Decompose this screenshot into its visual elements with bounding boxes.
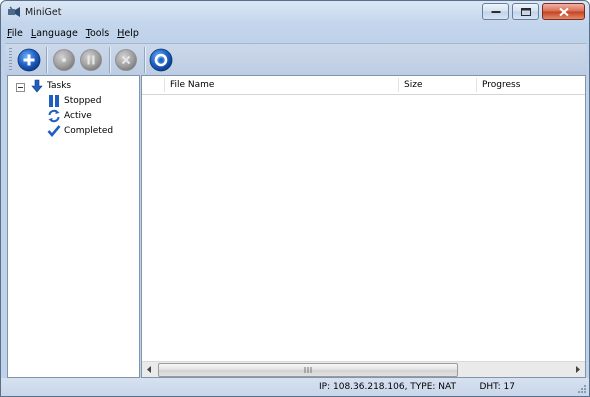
app-icon — [8, 6, 20, 17]
menu-language[interactable]: Language — [27, 26, 82, 42]
grip-icon — [304, 367, 312, 373]
menu-help[interactable]: Help — [113, 26, 143, 42]
status-bar: IP: 108.36.218.106, TYPE: NAT DHT: 17 — [1, 378, 589, 396]
toolbar-separator — [46, 47, 47, 73]
caption-buttons — [479, 3, 585, 20]
dht-status: DHT: 17 — [479, 382, 515, 392]
start-icon[interactable] — [52, 48, 76, 72]
pause-icon[interactable] — [79, 48, 103, 72]
column-size[interactable]: Size — [398, 76, 474, 94]
download-arrow-icon — [31, 79, 43, 93]
tree-label: Active — [64, 111, 92, 121]
tree-item-stopped[interactable]: Stopped — [47, 94, 101, 108]
tree-item-active[interactable]: Active — [47, 109, 92, 123]
main-window: MiniGet File Language Tools Help Tasks S… — [0, 0, 590, 397]
menu-file[interactable]: File — [3, 26, 27, 42]
refresh-icon — [48, 109, 60, 123]
scroll-right-icon[interactable] — [570, 362, 585, 377]
resize-grip-icon[interactable] — [576, 383, 587, 394]
tree-label: Completed — [64, 126, 114, 136]
toolbar-separator — [144, 47, 145, 73]
scroll-left-icon[interactable] — [142, 362, 157, 377]
maximize-button[interactable] — [512, 3, 539, 20]
close-icon — [558, 7, 569, 16]
delete-icon[interactable] — [114, 48, 138, 72]
scroll-thumb[interactable] — [158, 363, 458, 377]
checkmark-icon — [47, 125, 61, 138]
menu-bar: File Language Tools Help — [3, 26, 143, 42]
tree-item-tasks[interactable]: Tasks — [30, 79, 71, 93]
pause-icon — [49, 95, 59, 107]
column-file-name[interactable]: File Name — [164, 76, 400, 94]
window-title: MiniGet — [25, 7, 62, 18]
tree-label: Stopped — [64, 96, 102, 106]
download-list[interactable]: File Name Size Progress — [141, 75, 586, 378]
category-tree: Tasks Stopped Active Completed — [7, 75, 140, 378]
horizontal-scrollbar[interactable] — [142, 361, 585, 377]
menu-mnemonic: F — [7, 28, 12, 39]
add-icon[interactable] — [17, 48, 41, 72]
menu-mnemonic: T — [85, 28, 90, 39]
tree-label: Tasks — [47, 81, 72, 91]
toolbar-grip[interactable] — [9, 48, 12, 72]
close-button[interactable] — [542, 3, 585, 20]
tree-item-completed[interactable]: Completed — [47, 124, 113, 138]
menu-mnemonic: L — [30, 28, 37, 39]
title-bar[interactable]: MiniGet — [1, 1, 589, 23]
settings-icon[interactable] — [149, 48, 173, 72]
menu-tools[interactable]: Tools — [82, 26, 113, 42]
toolbar — [5, 43, 587, 76]
tree-expander[interactable] — [16, 83, 25, 92]
column-progress[interactable]: Progress — [476, 76, 582, 94]
minimize-button[interactable] — [482, 3, 509, 20]
toolbar-separator — [109, 47, 110, 73]
maximize-icon — [520, 7, 531, 16]
menu-mnemonic: H — [117, 28, 125, 39]
connection-status: IP: 108.36.218.106, TYPE: NAT — [319, 382, 456, 392]
minimize-icon — [491, 10, 500, 13]
list-header: File Name Size Progress — [142, 76, 585, 95]
